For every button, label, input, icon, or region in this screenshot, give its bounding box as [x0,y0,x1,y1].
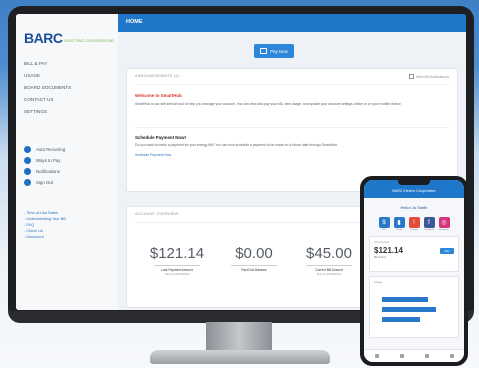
bill-icon[interactable] [399,354,404,358]
shortcut-label: Facebook [424,229,434,231]
sidebar-links: - Time-of-Use Rates - Understanding Your… [24,210,66,240]
stat-last-payment: $121.14 Last Payment Amount Paid on 09/1… [141,245,213,276]
sub-nav: Auto Recurring Ways to Pay Notifications… [24,144,65,188]
menu-icon[interactable] [449,354,454,358]
pay-now-label: Pay Now [270,48,288,54]
nav-item-contact-us[interactable]: CONTACT US [24,94,71,106]
bill-icon[interactable]: $ [378,217,390,228]
stat-value: $121.14 [149,245,205,262]
stat-label: Past Due Balance [241,268,267,272]
phone-header: BARC Electric Cooperative [364,180,464,198]
message-title: Welcome to SmartHub [135,93,182,98]
stat-rule [154,265,200,266]
usage-icon[interactable] [424,354,429,358]
announcements-card: ANNOUNCEMENTS (2) View All Notifications… [126,68,458,192]
phone-bottom-nav [364,349,464,362]
amount-header: Amount Due [374,240,390,244]
phone-amount: $121.14 [374,246,403,255]
logo: BARC ELECTRIC COOPERATIVE [24,24,114,46]
phone-amount-label: Bill Amount [374,256,386,259]
phone-usage-card: Usage [369,276,459,338]
shortcut-label: Usage [395,229,403,231]
phone-screen: BARC Electric Cooperative Hello! Jo Smit… [364,180,464,362]
logo-text: BARC [24,30,63,46]
stat-current-bill: $45.00 Current Bill Amount Due on 10/06/… [293,245,365,276]
top-header: HOME [118,14,466,32]
home-icon[interactable] [374,354,379,358]
sign-out-icon [24,179,31,186]
phone-pay-button[interactable]: Pay [440,248,454,254]
phone-amount-card: Amount Due $121.14 Bill Amount Pay [369,236,459,272]
view-all-notifications-link[interactable]: View All Notifications [408,74,449,79]
stat-past-due: $0.00 Past Due Balance [221,245,287,272]
main-nav: BILL & PAY USAGE BOARD DOCUMENTS CONTACT… [24,58,71,118]
facebook-icon[interactable]: f [423,217,435,228]
stat-sublabel: Paid on 09/15/2023 [164,272,190,276]
divider [135,84,449,85]
phone-shortcut-labels: Bill Usage Outage Facebook Instagram [364,229,464,231]
sub-item-notifications[interactable]: Notifications [24,166,65,177]
sidebar: BARC ELECTRIC COOPERATIVE BILL & PAY USA… [16,14,119,310]
usage-bar [382,307,436,312]
monitor-neck [206,322,272,352]
stat-value: $0.00 [235,245,273,262]
nav-item-settings[interactable]: SETTINGS [24,106,71,118]
announcements-header: ANNOUNCEMENTS (2) [135,74,180,78]
phone-greeting: Hello! Jo Smith [400,205,428,210]
usage-header: Usage [374,280,383,284]
sub-item-label: Auto Recurring [36,147,66,152]
instagram-icon[interactable]: ◎ [438,217,450,228]
stat-value: $45.00 [306,245,352,262]
sidebar-link[interactable]: - Document [24,234,66,240]
nav-item-usage[interactable]: USAGE [24,70,71,82]
sub-item-sign-out[interactable]: Sign Out [24,177,65,188]
schedule-payment-link[interactable]: Schedule Payment Now [135,153,171,157]
outage-icon[interactable]: ! [408,217,420,228]
page-title: HOME [126,19,143,25]
sub-item-label: Notifications [36,169,60,174]
sub-item-auto-recurring[interactable]: Auto Recurring [24,144,65,155]
sub-item-ways-to-pay[interactable]: Ways to Pay [24,155,65,166]
auto-recurring-icon [24,146,31,153]
monitor-stand [150,350,330,364]
shortcut-label: Outage [410,229,418,231]
shortcut-label: Bill [382,229,386,231]
usage-icon[interactable]: ▮ [393,217,405,228]
pay-now-button[interactable]: Pay Now [254,44,294,58]
bell-icon [408,74,414,79]
message-body: Do you want to make a payment for your e… [135,143,338,147]
phone-notch [398,180,430,185]
stat-rule [306,265,352,266]
phone-title: BARC Electric Cooperative [392,189,436,193]
logo-subtitle: ELECTRIC COOPERATIVE [64,38,114,43]
sub-item-label: Ways to Pay [36,158,61,163]
ways-to-pay-icon [24,157,31,164]
divider [135,127,449,128]
stat-sublabel: Due on 10/06/2023 [317,272,341,276]
stat-rule [231,265,277,266]
sub-item-label: Sign Out [36,180,54,185]
credit-card-icon [260,48,268,54]
phone: BARC Electric Cooperative Hello! Jo Smit… [360,176,468,366]
usage-bar [382,317,420,322]
message-body: SmartHub is our self service tool to hel… [135,102,402,106]
nav-item-bill-pay[interactable]: BILL & PAY [24,58,71,70]
phone-shortcuts: $ ▮ ! f ◎ [364,217,464,228]
notifications-icon [24,168,31,175]
nav-item-board-documents[interactable]: BOARD DOCUMENTS [24,82,71,94]
view-all-label: View All Notifications [415,74,449,79]
message-title: Schedule Payment Now! [135,135,186,140]
usage-bar [382,297,428,302]
account-overview-header: ACCOUNT OVERVIEW [135,212,179,216]
shortcut-label: Instagram [439,229,449,231]
